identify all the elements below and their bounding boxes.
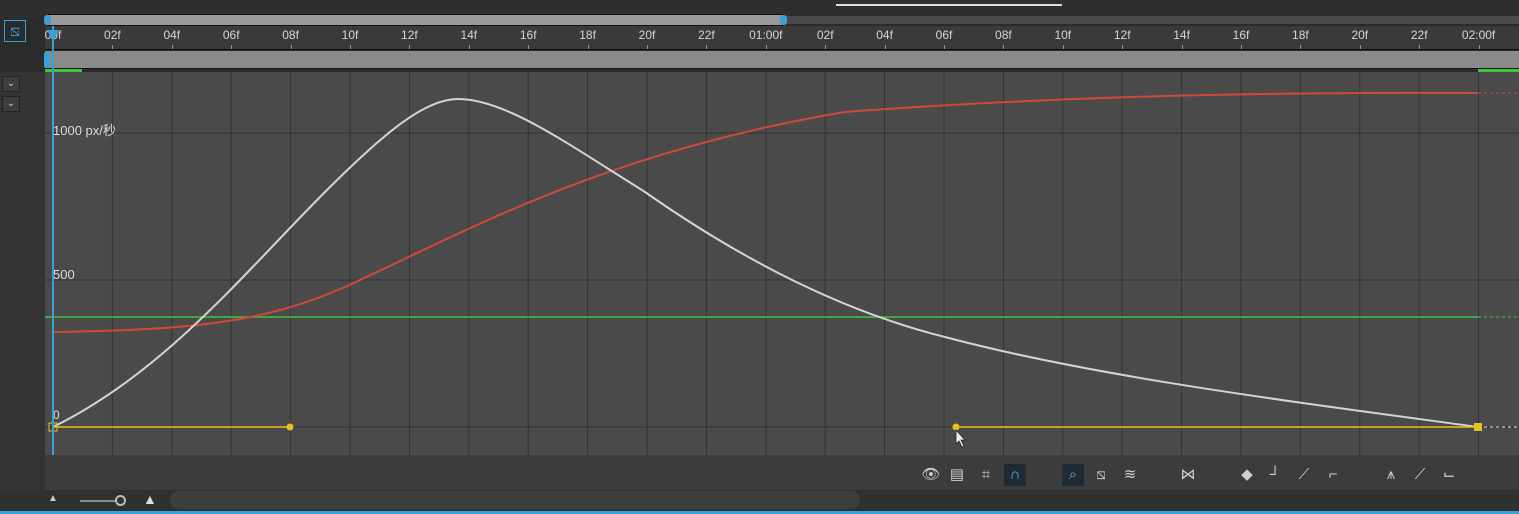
ruler-tick-label: 06f <box>222 28 240 42</box>
zoom-slider-thumb[interactable] <box>115 495 126 506</box>
y-label-0: 0 <box>53 408 60 422</box>
separate-dimensions-icon[interactable]: ⋈ <box>1177 464 1199 486</box>
show-properties-icon[interactable]: 👁 <box>920 464 942 486</box>
mouse-cursor-icon <box>955 428 966 448</box>
time-ruler[interactable]: 00f02f04f06f08f10f12f14f16f18f20f22f01:0… <box>45 26 1519 50</box>
ruler-tick-label: 16f <box>1232 28 1250 42</box>
ruler-tick-label: 06f <box>935 28 953 42</box>
ruler-tick-label: 20f <box>638 28 656 42</box>
graph-editor-toggle-icon[interactable]: ⧅ <box>4 20 26 42</box>
ruler-tick-mark <box>825 45 827 49</box>
ruler-tick-label: 16f <box>519 28 537 42</box>
ruler-tick-label: 14f <box>460 28 478 42</box>
ruler-tick-mark <box>1300 45 1302 49</box>
work-area-start-handle[interactable] <box>44 15 51 25</box>
auto-bezier-icon[interactable]: ⌐ <box>1322 464 1344 486</box>
chevron-down-icon[interactable]: ⌄ <box>2 96 20 112</box>
ruler-tick-label: 22f <box>1410 28 1428 42</box>
ruler-tick-label: 08f <box>282 28 299 42</box>
y-label-1000: 1000 px/秒 <box>53 123 116 138</box>
ruler-tick-label: 08f <box>995 28 1012 42</box>
y-label-500: 500 <box>53 267 75 282</box>
ruler-tick-label: 02f <box>816 28 834 42</box>
ruler-tick-label: 02f <box>104 28 121 42</box>
easy-ease-in-icon[interactable]: ⟋ <box>1409 464 1431 486</box>
easy-ease-out-icon[interactable]: ⌙ <box>1438 464 1460 486</box>
ruler-tick-mark <box>765 45 767 49</box>
ruler-tick-mark <box>409 45 411 49</box>
easy-ease-icon[interactable]: ⩚ <box>1380 464 1402 486</box>
ruler-tick-label: 12f <box>401 28 418 42</box>
transform-box-icon[interactable]: ⌗ <box>975 464 997 486</box>
zoom-out-icon[interactable]: ▲ <box>48 493 58 504</box>
hold-icon[interactable]: ┘ <box>1264 464 1286 486</box>
ruler-tick-label: 18f <box>1292 28 1309 42</box>
ruler-tick-mark <box>1122 45 1124 49</box>
ruler-tick-label: 22f <box>698 28 715 42</box>
ruler-tick-mark <box>1003 45 1005 49</box>
ruler-tick-mark <box>112 45 114 49</box>
ruler-tick-mark <box>350 45 351 49</box>
fit-all-icon[interactable]: ≋ <box>1119 464 1141 486</box>
graph-canvas[interactable] <box>45 72 1519 455</box>
snap-icon[interactable]: ∩ <box>1004 464 1026 486</box>
horizontal-scrollbar[interactable] <box>170 491 860 509</box>
current-time-indicator[interactable] <box>52 26 54 455</box>
ruler-tick-label: 04f <box>163 28 181 42</box>
ruler-tick-mark <box>1359 45 1361 49</box>
ruler-tick-mark <box>1478 45 1480 49</box>
ruler-tick-mark <box>1062 45 1064 49</box>
ruler-tick-mark <box>171 45 173 49</box>
ruler-tick-label: 10f <box>341 28 359 42</box>
chevron-down-icon[interactable]: ⌄ <box>2 76 20 92</box>
edit-keyframe-icon[interactable]: ◆ <box>1236 464 1258 486</box>
ruler-tick-mark <box>468 45 470 49</box>
ruler-tick-mark <box>1241 45 1242 49</box>
ruler-tick-mark <box>528 45 530 49</box>
fit-selection-icon[interactable]: ⧅ <box>1090 464 1112 486</box>
work-area-bar[interactable] <box>48 14 783 26</box>
timeline-navigator[interactable] <box>783 16 1519 24</box>
ruler-tick-mark <box>944 45 945 49</box>
panel-tab-indicator <box>836 4 1062 6</box>
ruler-tick-label: 10f <box>1054 28 1072 42</box>
ruler-tick-label: 01:00f <box>749 28 783 42</box>
zoom-in-icon[interactable]: ▲ <box>143 491 157 507</box>
ruler-tick-mark <box>706 45 708 49</box>
ruler-tick-mark <box>1181 45 1183 49</box>
graph-area[interactable]: 1000 px/秒 500 0 <box>45 72 1519 455</box>
ruler-tick-label: 12f <box>1113 28 1131 42</box>
ruler-tick-mark <box>647 45 648 49</box>
ruler-tick-mark <box>884 45 886 49</box>
ruler-tick-mark <box>231 45 233 49</box>
ruler-tick-label: 04f <box>876 28 893 42</box>
bottom-bar: ▲ ▲ <box>0 490 1519 511</box>
ruler-tick-label: 20f <box>1351 28 1369 42</box>
playhead-handle[interactable] <box>47 30 59 42</box>
navigator-handle[interactable] <box>44 52 50 68</box>
keyframe-end <box>1474 423 1482 431</box>
linear-icon[interactable]: ⟋ <box>1293 464 1315 486</box>
work-area-end-handle[interactable] <box>780 15 787 25</box>
ruler-tick-mark <box>290 45 292 49</box>
ruler-tick-label: 14f <box>1173 28 1190 42</box>
time-navigator-bar[interactable] <box>45 51 1519 69</box>
auto-zoom-icon[interactable]: ⌕ <box>1062 464 1084 486</box>
bezier-handle-out <box>286 423 294 431</box>
ruler-tick-label: 02:00f <box>1461 28 1496 42</box>
left-panel: ⌄ ⌄ <box>0 72 45 490</box>
ruler-tick-mark <box>1419 45 1421 49</box>
graph-type-icon[interactable]: ▤ <box>946 464 968 486</box>
ruler-tick-label: 18f <box>579 28 596 42</box>
ruler-tick-mark <box>587 45 589 49</box>
